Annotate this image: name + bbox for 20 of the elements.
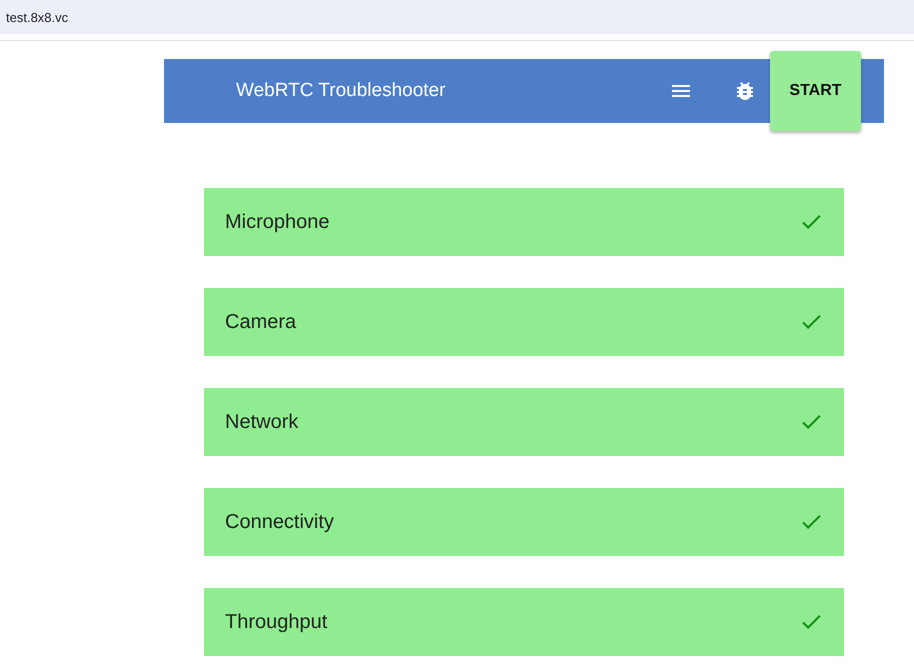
- test-item[interactable]: Connectivity: [204, 488, 844, 556]
- menu-icon[interactable]: [672, 85, 690, 97]
- test-name: Microphone: [225, 210, 330, 234]
- test-item[interactable]: Camera: [204, 288, 844, 356]
- test-name: Throughput: [225, 610, 328, 634]
- test-name: Network: [225, 410, 298, 434]
- app-title: WebRTC Troubleshooter: [236, 80, 446, 102]
- bug-icon[interactable]: [737, 82, 753, 100]
- test-item[interactable]: Throughput: [204, 588, 844, 656]
- start-button[interactable]: START: [770, 51, 861, 131]
- test-name: Camera: [225, 310, 296, 334]
- check-icon: [802, 515, 821, 529]
- check-icon: [802, 415, 821, 429]
- check-icon: [802, 215, 821, 229]
- url-text[interactable]: test.8x8.vc: [6, 10, 68, 24]
- check-icon: [802, 315, 821, 329]
- check-icon: [802, 615, 821, 629]
- test-item[interactable]: Network: [204, 388, 844, 456]
- test-item[interactable]: Microphone: [204, 188, 844, 256]
- test-name: Connectivity: [225, 510, 334, 534]
